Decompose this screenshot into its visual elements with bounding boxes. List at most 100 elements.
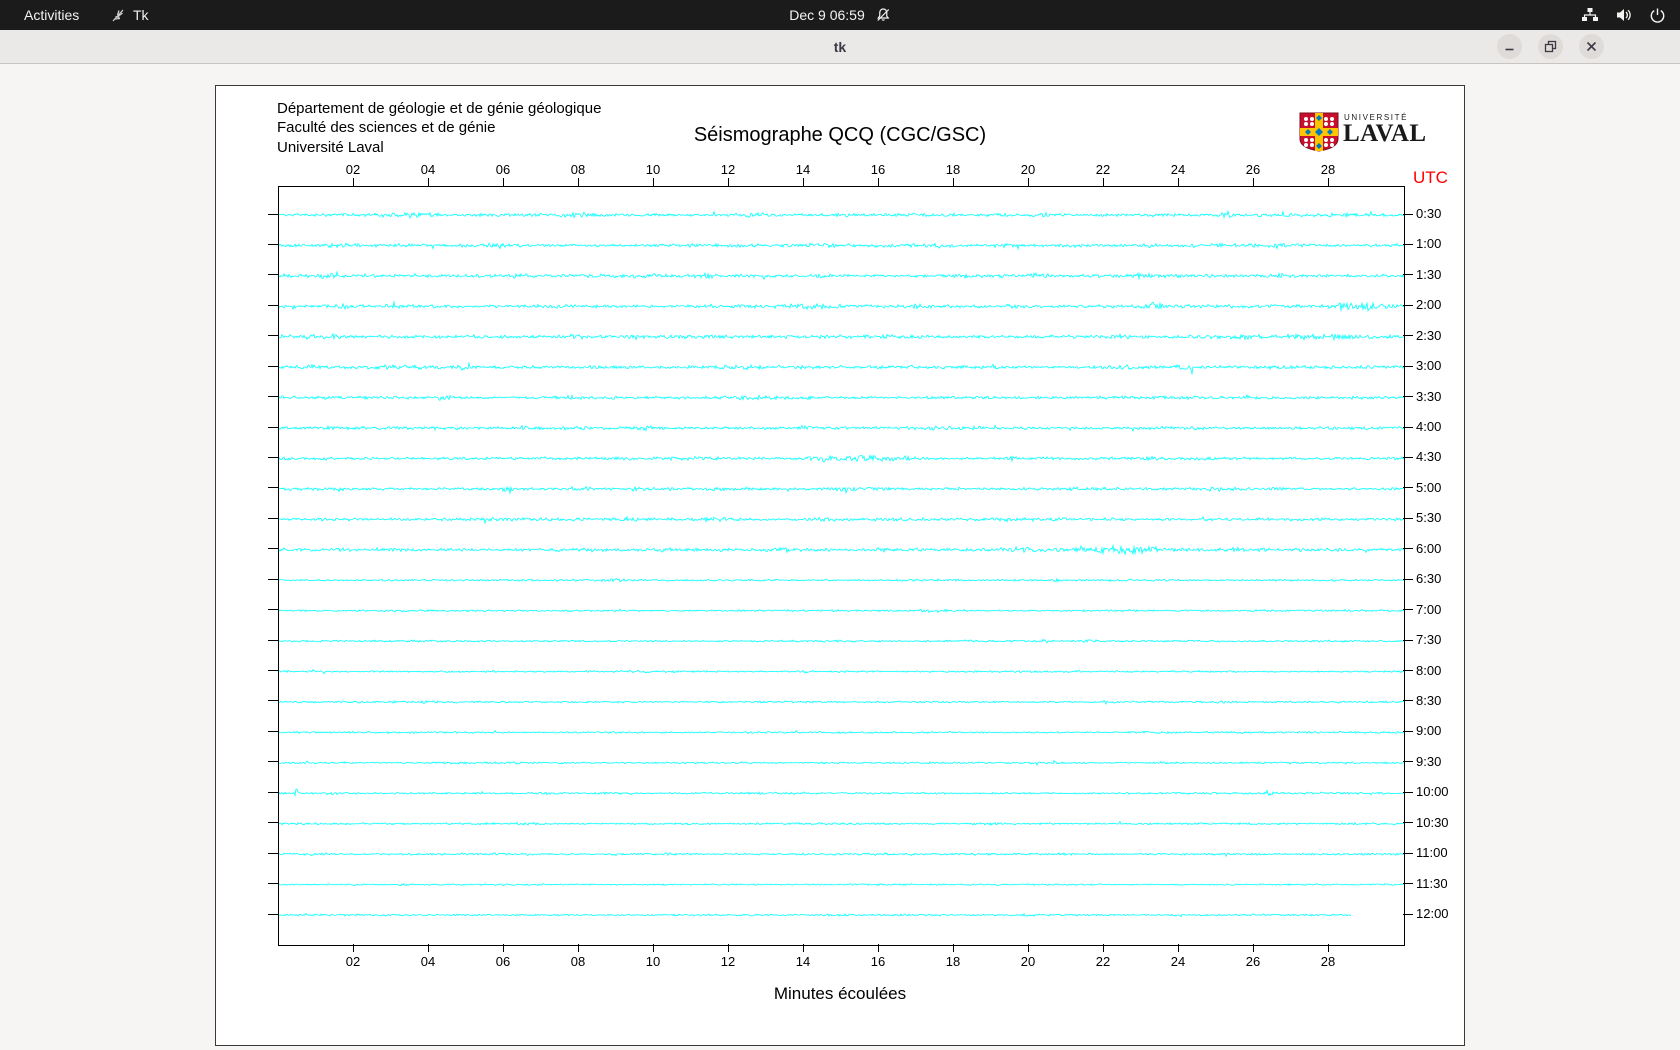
x-tick-label-bottom: 24 [1170,954,1186,969]
x-tick-label-top: 08 [570,162,586,177]
minimize-button[interactable] [1497,34,1522,59]
logo-laval-text: LAVAL [1343,120,1427,147]
trace-time-label: 10:30 [1416,814,1449,830]
y-tick-mark-right [1403,761,1413,763]
laval-shield-icon [1299,112,1339,152]
x-tick-mark-bottom [577,944,579,952]
app-name: Tk [133,7,149,23]
y-tick-mark-right [1403,639,1413,641]
y-tick-mark-right [1403,243,1413,245]
x-tick-label-bottom: 22 [1095,954,1111,969]
x-tick-label-top: 24 [1170,162,1186,177]
y-tick-mark-right [1403,700,1413,702]
y-tick-mark-right [1403,852,1413,854]
trace-time-label: 2:30 [1416,327,1442,343]
maximize-button[interactable] [1538,34,1563,59]
trace-time-label: 9:00 [1416,723,1442,739]
x-tick-label-bottom: 28 [1320,954,1336,969]
activities-label: Activities [24,7,80,23]
y-tick-mark-right [1403,548,1413,550]
y-tick-mark-left [268,243,278,245]
clock-menu[interactable]: Dec 9 06:59 [789,0,891,30]
x-tick-label-top: 06 [495,162,511,177]
system-status-area[interactable] [1581,0,1666,30]
trace-time-label: 8:00 [1416,662,1442,678]
y-tick-mark-left [268,426,278,428]
y-tick-mark-right [1403,913,1413,915]
x-tick-label-bottom: 12 [720,954,736,969]
y-tick-mark-left [268,274,278,276]
x-tick-mark-bottom [877,944,879,952]
x-tick-label-top: 22 [1095,162,1111,177]
trace-time-label: 11:00 [1416,845,1448,861]
trace-time-label: 3:30 [1416,388,1442,404]
x-tick-label-bottom: 26 [1245,954,1261,969]
x-tick-mark-top [877,178,879,186]
desktop: Activities Tk Dec 9 06:59 tk Département… [0,0,1680,1050]
y-tick-mark-right [1403,213,1413,215]
trace-time-label: 1:00 [1416,236,1442,252]
seismogram-canvas [279,187,1404,945]
y-tick-mark-left [268,791,278,793]
y-tick-mark-right [1403,670,1413,672]
gnome-top-bar: Activities Tk Dec 9 06:59 [0,0,1680,30]
y-tick-mark-left [268,487,278,489]
trace-time-label: 8:30 [1416,692,1442,708]
y-tick-mark-right [1403,487,1413,489]
x-tick-label-top: 16 [870,162,886,177]
trace-time-label: 4:00 [1416,419,1442,435]
y-tick-mark-right [1403,883,1413,885]
chart-title: Séismographe QCQ (CGC/GSC) [693,124,987,146]
x-tick-mark-top [652,178,654,186]
y-tick-mark-left [268,548,278,550]
x-tick-mark-top [1102,178,1104,186]
close-icon [1586,41,1597,52]
y-tick-mark-right [1403,456,1413,458]
y-tick-mark-right [1403,396,1413,398]
x-tick-mark-top [352,178,354,186]
y-tick-mark-right [1403,791,1413,793]
minimize-icon [1505,48,1514,51]
y-tick-mark-left [268,335,278,337]
y-tick-mark-right [1403,426,1413,428]
y-tick-mark-left [268,700,278,702]
x-tick-mark-bottom [802,944,804,952]
tk-window-content: Département de géologie et de génie géol… [0,64,1680,1050]
y-tick-mark-left [268,761,278,763]
x-tick-mark-top [1327,178,1329,186]
focused-app-menu[interactable]: Tk [110,0,149,30]
trace-time-label: 7:00 [1416,601,1442,617]
x-tick-label-top: 02 [345,162,361,177]
close-button[interactable] [1579,34,1604,59]
x-tick-mark-bottom [952,944,954,952]
x-tick-mark-top [1177,178,1179,186]
x-tick-mark-top [427,178,429,186]
x-tick-mark-bottom [1177,944,1179,952]
utc-axis-title: UTC [1413,168,1448,187]
seismogram-plot-area [278,186,1405,946]
y-tick-mark-right [1403,609,1413,611]
y-tick-mark-left [268,213,278,215]
activities-button[interactable]: Activities [18,0,85,30]
notifications-muted-icon [875,7,891,23]
restore-icon [1544,40,1557,53]
y-tick-mark-left [268,730,278,732]
x-tick-mark-top [1027,178,1029,186]
x-tick-label-top: 18 [945,162,961,177]
y-tick-mark-left [268,365,278,367]
x-tick-mark-top [952,178,954,186]
x-tick-label-top: 28 [1320,162,1336,177]
x-tick-label-bottom: 08 [570,954,586,969]
x-tick-mark-top [577,178,579,186]
x-tick-label-bottom: 16 [870,954,886,969]
window-titlebar[interactable]: tk [0,30,1680,64]
y-tick-mark-left [268,883,278,885]
x-tick-label-top: 12 [720,162,736,177]
trace-time-label: 2:00 [1416,297,1442,313]
x-tick-label-top: 26 [1245,162,1261,177]
x-tick-mark-bottom [652,944,654,952]
x-tick-label-top: 04 [420,162,436,177]
x-tick-label-bottom: 06 [495,954,511,969]
trace-time-label: 3:00 [1416,358,1442,374]
x-tick-mark-bottom [352,944,354,952]
